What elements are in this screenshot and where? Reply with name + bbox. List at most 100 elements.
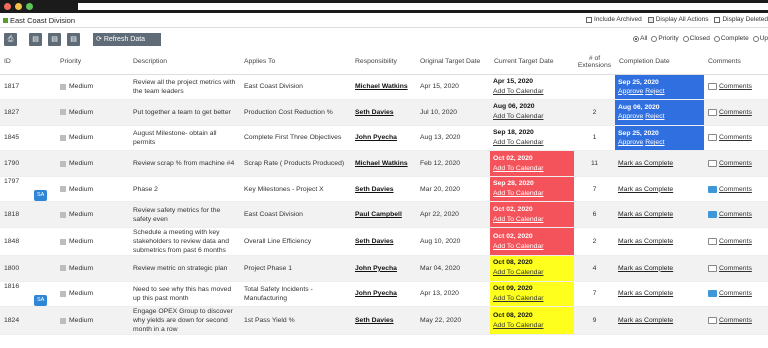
col-id[interactable]: ID — [0, 50, 56, 75]
row-responsibility[interactable]: Michael Watkins — [351, 74, 416, 101]
col-original-target-date[interactable]: Original Target Date — [416, 50, 490, 75]
table-row[interactable]: 1816 SA Medium Need to see why this has mov… — [0, 281, 768, 308]
address-bar[interactable] — [78, 3, 768, 10]
sa-badge[interactable]: SA — [34, 294, 48, 306]
export-pdf-button[interactable]: ▤ — [48, 33, 61, 46]
table-row[interactable]: 1800 Medium Review metric on strategic pla… — [0, 255, 768, 282]
mark-as-complete-link[interactable]: Mark as Complete — [618, 186, 673, 193]
comments-link[interactable]: Comments — [708, 108, 768, 117]
row-responsibility[interactable]: Seth Davies — [351, 176, 416, 203]
table-row[interactable]: 1817 Medium Review all the project metrics… — [0, 74, 768, 101]
col-responsibility[interactable]: Responsibility — [351, 50, 416, 75]
col-current-target-date[interactable]: Current Target Date — [490, 50, 574, 75]
reject-link[interactable]: Reject — [645, 88, 664, 95]
filter-up[interactable]: Up — [752, 35, 768, 42]
option-display-deleted[interactable]: Display Deleted — [714, 16, 768, 23]
comment-icon[interactable] — [708, 264, 717, 272]
row-responsibility[interactable]: Seth Davies — [351, 99, 416, 126]
option-display-all-actions[interactable]: Display All Actions — [647, 16, 708, 23]
row-description[interactable]: Put together a team to get better — [129, 99, 240, 126]
radio-selected-icon[interactable] — [633, 35, 640, 42]
comment-icon[interactable] — [708, 185, 717, 193]
row-responsibility[interactable]: John Pyecha — [351, 281, 416, 308]
row-description[interactable]: Review scrap % from machine #4 — [129, 150, 240, 177]
table-row[interactable]: 1845 Medium August Milestone- obtain all p… — [0, 125, 768, 152]
comments-link[interactable]: Comments — [708, 159, 768, 168]
comment-icon[interactable] — [708, 160, 717, 168]
radio-icon[interactable] — [682, 35, 689, 42]
add-to-calendar-link[interactable]: Add To Calendar — [493, 164, 574, 174]
filter-priority[interactable]: Priority — [651, 35, 679, 42]
approve-link[interactable]: Approve — [618, 88, 643, 95]
mark-as-complete-link[interactable]: Mark as Complete — [618, 265, 673, 272]
col-extensions[interactable]: # of Extensions — [574, 50, 615, 75]
row-description[interactable]: Phase 2 — [129, 176, 240, 203]
col-completion-date[interactable]: Completion Date — [615, 50, 704, 75]
add-to-calendar-link[interactable]: Add To Calendar — [493, 112, 574, 122]
checkbox-checked-icon[interactable] — [647, 16, 654, 23]
option-include-archived[interactable]: Include Archived — [586, 16, 642, 23]
add-to-calendar-link[interactable]: Add To Calendar — [493, 294, 574, 304]
comments-link[interactable]: Comments — [708, 82, 768, 91]
row-description[interactable]: Schedule a meeting with key stakeholders… — [129, 227, 240, 257]
maximize-dot[interactable] — [26, 3, 33, 10]
comments-link[interactable]: Comments — [708, 133, 768, 142]
add-to-calendar-link[interactable]: Add To Calendar — [493, 87, 574, 97]
add-to-calendar-link[interactable]: Add To Calendar — [493, 242, 574, 252]
filter-complete[interactable]: Complete — [713, 35, 749, 42]
close-dot[interactable] — [4, 3, 11, 10]
table-row[interactable]: 1848 Medium Schedule a meeting with key st… — [0, 227, 768, 257]
filter-all[interactable]: All — [633, 35, 647, 42]
print-button[interactable]: ⎙ — [4, 33, 17, 46]
comment-icon[interactable] — [708, 290, 717, 298]
comments-link[interactable]: Comments — [708, 237, 768, 246]
approve-link[interactable]: Approve — [618, 139, 643, 146]
table-row[interactable]: 1790 Medium Review scrap % from machine #4… — [0, 150, 768, 177]
row-responsibility[interactable]: Seth Davies — [351, 227, 416, 257]
mark-as-complete-link[interactable]: Mark as Complete — [618, 211, 673, 218]
radio-icon[interactable] — [713, 35, 720, 42]
comment-icon[interactable] — [708, 211, 717, 219]
comments-link[interactable]: Comments — [708, 316, 768, 325]
checkbox-icon[interactable] — [714, 16, 721, 23]
reject-link[interactable]: Reject — [645, 113, 664, 120]
comment-icon[interactable] — [708, 317, 717, 325]
col-description[interactable]: Description — [129, 50, 240, 75]
approve-link[interactable]: Approve — [618, 113, 643, 120]
reject-link[interactable]: Reject — [645, 139, 664, 146]
table-row[interactable]: 1824 Medium Engage OPEX Group to discover … — [0, 306, 768, 336]
radio-icon[interactable] — [651, 35, 658, 42]
table-row[interactable]: 1797 SA Medium Phase 2 Key Milestones - Proj… — [0, 176, 768, 203]
comments-link[interactable]: Comments — [708, 289, 768, 298]
add-to-calendar-link[interactable]: Add To Calendar — [493, 321, 574, 331]
comment-icon[interactable] — [708, 134, 717, 142]
col-comments[interactable]: Comments — [704, 50, 768, 75]
add-to-calendar-link[interactable]: Add To Calendar — [493, 189, 574, 199]
row-description[interactable]: August Milestone- obtain all permits — [129, 125, 240, 152]
row-description[interactable]: Review safety metrics for the safety eve… — [129, 201, 240, 229]
comments-link[interactable]: Comments — [708, 264, 768, 273]
minimize-dot[interactable] — [15, 3, 22, 10]
mark-as-complete-link[interactable]: Mark as Complete — [618, 238, 673, 245]
row-responsibility[interactable]: Seth Davies — [351, 306, 416, 336]
row-description[interactable]: Review metric on strategic plan — [129, 255, 240, 282]
col-priority[interactable]: Priority — [56, 50, 129, 75]
row-description[interactable]: Engage OPEX Group to discover why yields… — [129, 306, 240, 336]
row-description[interactable]: Review all the project metrics with the … — [129, 74, 240, 101]
comment-icon[interactable] — [708, 108, 717, 116]
table-row[interactable]: 1827 Medium Put together a team to get bet… — [0, 99, 768, 126]
checkbox-icon[interactable] — [586, 16, 593, 23]
export-doc-button[interactable]: ▤ — [29, 33, 42, 46]
comment-icon[interactable] — [708, 238, 717, 246]
row-responsibility[interactable]: John Pyecha — [351, 125, 416, 152]
comments-link[interactable]: Comments — [708, 210, 768, 219]
add-to-calendar-link[interactable]: Add To Calendar — [493, 138, 574, 148]
col-applies-to[interactable]: Applies To — [240, 50, 351, 75]
add-to-calendar-link[interactable]: Add To Calendar — [493, 215, 574, 225]
row-responsibility[interactable]: Michael Watkins — [351, 150, 416, 177]
mark-as-complete-link[interactable]: Mark as Complete — [618, 290, 673, 297]
add-to-calendar-link[interactable]: Add To Calendar — [493, 268, 574, 278]
comment-icon[interactable] — [708, 83, 717, 91]
row-responsibility[interactable]: John Pyecha — [351, 255, 416, 282]
row-description[interactable]: Need to see why this has moved up this p… — [129, 281, 240, 308]
